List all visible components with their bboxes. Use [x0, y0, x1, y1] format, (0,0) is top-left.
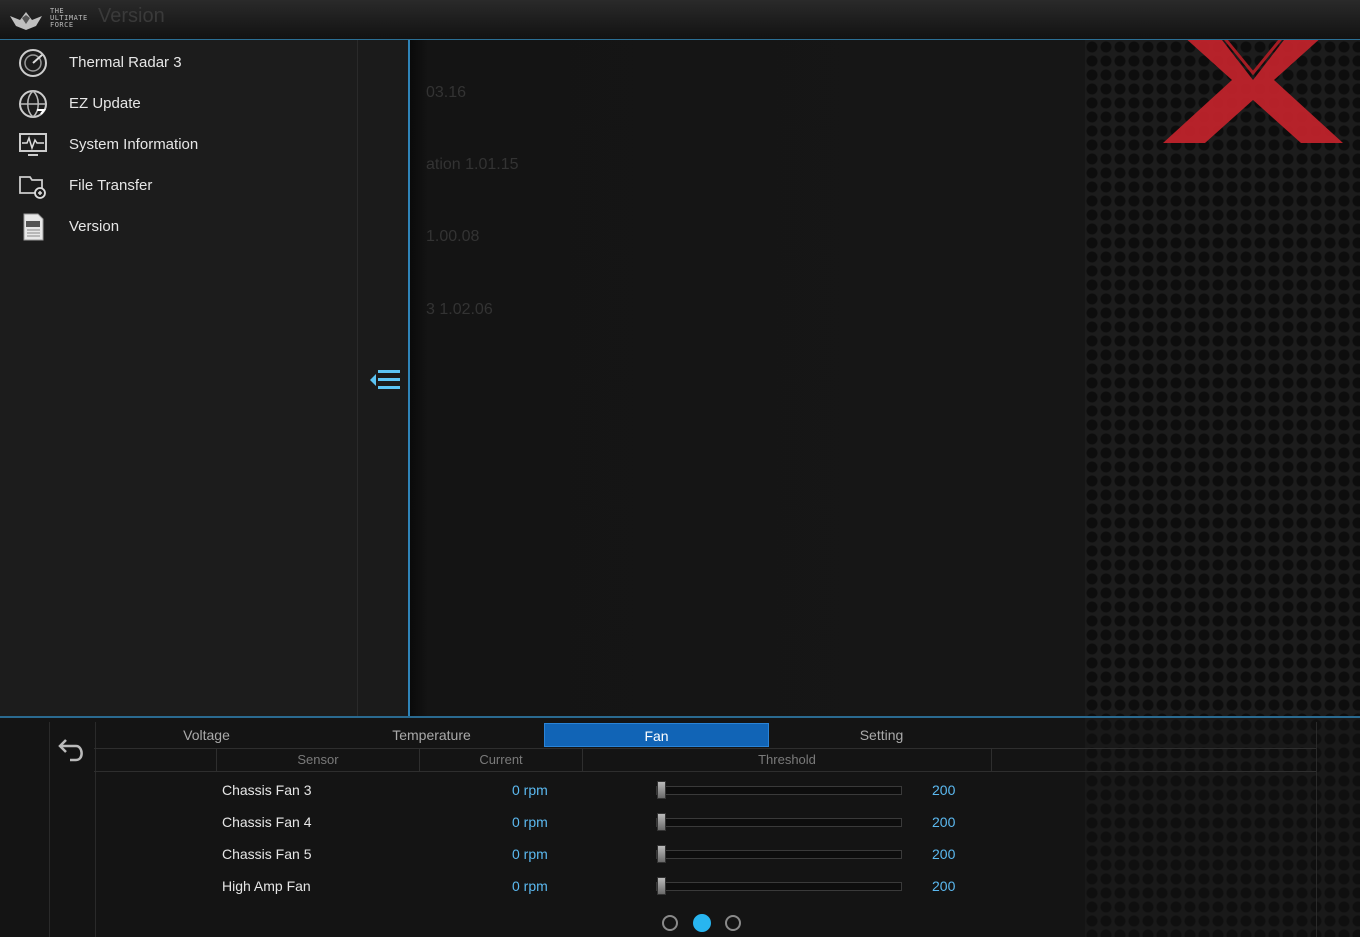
tab-setting[interactable]: Setting	[769, 723, 994, 747]
sidebar-item-label: EZ Update	[69, 95, 141, 112]
faded-text: ation 1.01.15	[426, 156, 519, 173]
tab-fan[interactable]: Fan	[544, 723, 769, 747]
column-header-current: Current	[419, 749, 582, 771]
sensor-name: Chassis Fan 4	[222, 814, 312, 830]
current-value: 0 rpm	[512, 814, 548, 830]
page-dot[interactable]	[725, 915, 741, 931]
faded-text: 03.16	[426, 84, 467, 101]
table-row: Chassis Fan 3 0 rpm 200	[94, 774, 1316, 806]
sensor-table: Voltage Temperature Fan Setting Sensor C…	[94, 722, 1317, 937]
sidebar-item-ez-update[interactable]: EZ Update	[0, 83, 357, 123]
current-value: 0 rpm	[512, 878, 548, 894]
sidebar-collapse-strip	[358, 40, 410, 716]
main-content: 03.16 ation 1.01.15 1.00.08 3 1.02.06	[410, 40, 1360, 716]
table-row: Chassis Fan 5 0 rpm 200	[94, 838, 1316, 870]
sidebar-item-label: System Information	[69, 136, 199, 153]
threshold-value: 200	[932, 782, 956, 798]
tab-voltage[interactable]: Voltage	[94, 723, 319, 747]
logo-text: THE ULTIMATE FORCE	[50, 7, 88, 29]
sensor-name: Chassis Fan 5	[222, 846, 312, 862]
threshold-slider[interactable]	[656, 813, 902, 831]
thermal-radar-icon	[19, 49, 47, 77]
sidebar: Thermal Radar 3 EZ Update System Informa…	[0, 40, 358, 716]
sidebar-item-label: Version	[69, 218, 120, 235]
sidebar-item-system-information[interactable]: System Information	[0, 124, 357, 164]
column-header-threshold: Threshold	[582, 749, 992, 771]
sensor-panel: Voltage Temperature Fan Setting Sensor C…	[0, 716, 1360, 937]
threshold-slider[interactable]	[656, 781, 902, 799]
globe-update-icon	[19, 90, 47, 118]
threshold-slider[interactable]	[656, 877, 902, 895]
sidebar-item-version[interactable]: Version	[0, 206, 357, 246]
system-monitor-icon	[19, 133, 47, 156]
slider-thumb[interactable]	[657, 813, 666, 831]
tab-temperature[interactable]: Temperature	[319, 723, 544, 747]
sidebar-item-thermal-radar[interactable]: Thermal Radar 3	[0, 42, 357, 82]
faded-text: 3 1.02.06	[426, 301, 493, 318]
back-arrow-icon[interactable]	[56, 736, 88, 766]
page-dot[interactable]	[662, 915, 678, 931]
slider-thumb[interactable]	[657, 877, 666, 895]
column-header-sensor: Sensor	[216, 749, 419, 771]
sidebar-item-label: Thermal Radar 3	[69, 54, 182, 71]
slider-thumb[interactable]	[657, 845, 666, 863]
collapse-menu-icon[interactable]	[364, 364, 404, 396]
threshold-slider[interactable]	[656, 845, 902, 863]
current-value: 0 rpm	[512, 846, 548, 862]
sensor-name: Chassis Fan 3	[222, 782, 312, 798]
title-bar: THE ULTIMATE FORCE Version	[0, 0, 1360, 40]
tab-bar: Voltage Temperature Fan Setting	[94, 722, 1316, 749]
page-indicator	[662, 914, 752, 933]
back-column	[49, 722, 96, 937]
page-title: Version	[98, 5, 165, 27]
threshold-value: 200	[932, 846, 956, 862]
faded-text: 1.00.08	[426, 228, 480, 245]
threshold-value: 200	[932, 814, 956, 830]
watermark-logo	[1163, 40, 1343, 143]
sidebar-item-file-transfer[interactable]: File Transfer	[0, 165, 357, 205]
file-transfer-icon	[19, 176, 46, 199]
threshold-value: 200	[932, 878, 956, 894]
version-doc-icon	[23, 213, 44, 241]
current-value: 0 rpm	[512, 782, 548, 798]
page-dot-active[interactable]	[693, 914, 711, 932]
table-row: Chassis Fan 4 0 rpm 200	[94, 806, 1316, 838]
table-header: Sensor Current Threshold	[94, 749, 1316, 772]
slider-thumb[interactable]	[657, 781, 666, 799]
sensor-name: High Amp Fan	[222, 878, 311, 894]
sidebar-item-label: File Transfer	[69, 177, 153, 194]
table-row: High Amp Fan 0 rpm 200	[94, 870, 1316, 902]
